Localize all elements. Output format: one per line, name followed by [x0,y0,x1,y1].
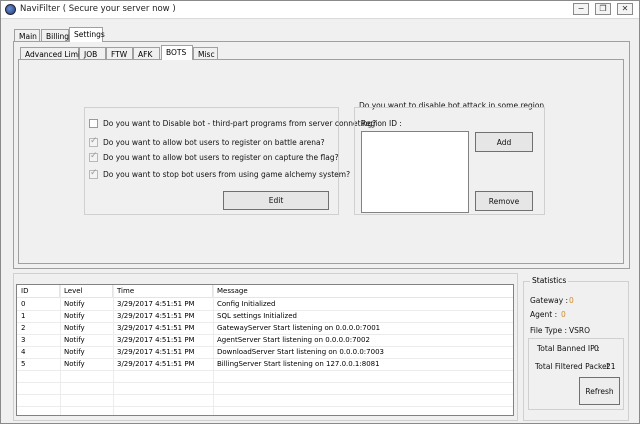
row-divider [17,310,513,311]
log-cell-id: 1 [21,312,26,320]
log-cell-time: 3/29/2017 4:51:51 PM [117,324,195,332]
row-divider [17,334,513,335]
log-cell-level: Notify [64,312,85,320]
restore-icon: ❐ [599,4,607,13]
remove-region-button[interactable]: Remove [475,191,533,211]
log-cell-message: BillingServer Start listening on 127.0.0… [217,360,380,368]
app-window: NaviFilter ( Secure your server now ) − … [0,0,640,424]
banned-ip-value: 0 [594,344,599,353]
log-cell-time: 3/29/2017 4:51:51 PM [117,312,195,320]
log-cell-message: Config Initialized [217,300,276,308]
alchemy-checkbox[interactable] [89,168,98,179]
alchemy-label: Do you want to stop bot users from using… [103,170,351,179]
restore-button[interactable]: ❐ [595,3,611,15]
edit-button[interactable]: Edit [223,191,329,210]
log-cell-message: GatewayServer Start listening on 0.0.0.0… [217,324,381,332]
filtered-packet-label: Total Filtered Packet : [535,362,615,371]
capture-flag-checkbox[interactable] [89,151,98,162]
title-bar: NaviFilter ( Secure your server now ) − … [1,1,639,19]
refresh-button[interactable]: Refresh [579,377,620,405]
log-cell-level: Notify [64,324,85,332]
tab-bots[interactable]: BOTS [161,45,193,60]
gateway-label: Gateway : [530,296,569,305]
log-cell-id: 4 [21,348,26,356]
capture-flag-label: Do you want to allow bot users to regist… [103,153,339,162]
log-table[interactable]: ID Level Time Message 0 Notify 3/29/2017… [16,284,514,416]
log-cell-message: AgentServer Start listening on 0.0.0.0:7… [217,336,370,344]
column-header-time[interactable]: Time [113,285,213,298]
log-cell-id: 5 [21,360,26,368]
filetype-value: VSRO [569,326,591,335]
row-divider [17,382,513,383]
column-header-message[interactable]: Message [213,285,513,298]
row-divider [17,406,513,407]
minimize-button[interactable]: − [573,3,589,15]
log-cell-time: 3/29/2017 4:51:51 PM [117,348,195,356]
row-divider [17,358,513,359]
tab-settings[interactable]: Settings [69,27,105,42]
banned-ip-label: Total Banned IP : [537,344,600,353]
app-logo-icon [5,4,16,15]
agent-value: 0 [561,310,566,319]
region-id-list[interactable] [361,131,469,213]
log-cell-time: 3/29/2017 4:51:51 PM [117,360,195,368]
log-cell-id: 0 [21,300,26,308]
log-cell-message: SQL settings Initialized [217,312,297,320]
log-cell-message: DownloadServer Start listening on 0.0.0.… [217,348,384,356]
add-region-button[interactable]: Add [475,132,533,152]
disable-bot-checkbox[interactable] [89,119,98,128]
row-divider [17,322,513,323]
log-cell-id: 2 [21,324,26,332]
column-header-id[interactable]: ID [17,285,60,298]
battle-arena-label: Do you want to allow bot users to regist… [103,138,325,147]
filtered-packet-value: 21 [606,362,616,371]
close-button[interactable]: ✕ [617,3,633,15]
column-header-level[interactable]: Level [60,285,113,298]
close-icon: ✕ [621,4,629,13]
filetype-label: File Type : [530,326,568,335]
minimize-icon: − [577,4,585,13]
row-divider [17,394,513,395]
log-cell-time: 3/29/2017 4:51:51 PM [117,336,195,344]
agent-label: Agent : [530,310,558,319]
statistics-title: Statistics [530,276,569,285]
row-divider [17,370,513,371]
disable-bot-label: Do you want to Disable bot - third-part … [103,119,377,128]
window-title: NaviFilter ( Secure your server now ) [20,4,176,14]
log-cell-id: 3 [21,336,26,344]
battle-arena-checkbox[interactable] [89,136,98,147]
log-cell-level: Notify [64,348,85,356]
log-cell-level: Notify [64,360,85,368]
region-id-label: Region ID : [361,119,402,128]
log-cell-level: Notify [64,300,85,308]
row-divider [17,346,513,347]
log-cell-time: 3/29/2017 4:51:51 PM [117,300,195,308]
log-cell-level: Notify [64,336,85,344]
gateway-value: 0 [569,296,574,305]
